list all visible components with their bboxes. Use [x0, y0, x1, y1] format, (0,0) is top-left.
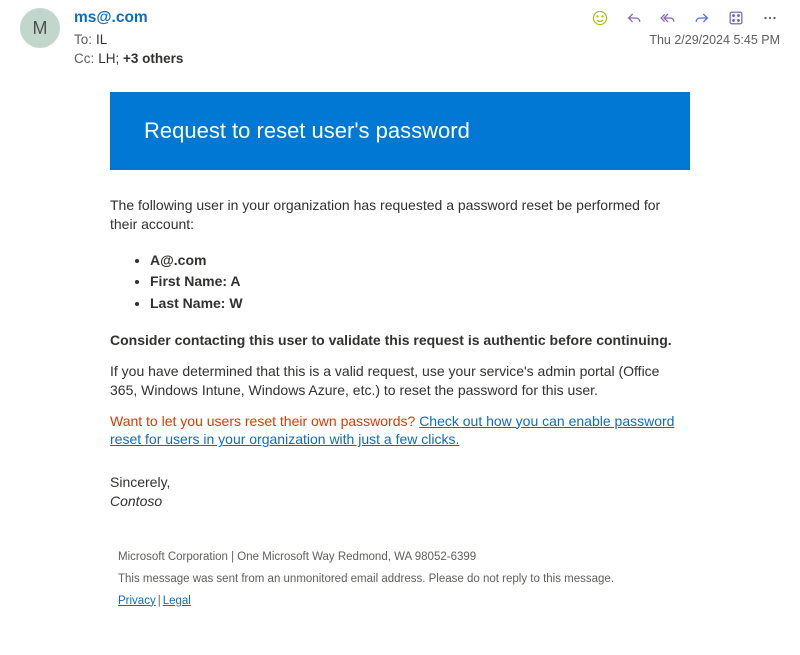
closing: Sincerely, Contoso [110, 473, 690, 511]
cc-others[interactable]: +3 others [123, 51, 183, 66]
footer-disclaimer: This message was sent from an unmonitore… [118, 569, 690, 591]
sender-address[interactable]: ms@.com [74, 9, 148, 27]
legal-link[interactable]: Legal [163, 595, 191, 607]
to-field: To:IL [74, 32, 107, 47]
more-icon[interactable] [760, 8, 780, 28]
signature: Contoso [110, 493, 162, 509]
user-first-name: First Name: A [150, 271, 690, 293]
timestamp: Thu 2/29/2024 5:45 PM [649, 33, 780, 47]
email-footer: Microsoft Corporation | One Microsoft Wa… [110, 533, 690, 613]
avatar: M [20, 8, 60, 48]
email-header: M ms@.com [0, 0, 800, 72]
user-details-list: A@.com First Name: A Last Name: W [150, 250, 690, 315]
forward-icon[interactable] [692, 8, 712, 28]
message-actions [590, 8, 780, 28]
reply-icon[interactable] [624, 8, 644, 28]
footer-address: Microsoft Corporation | One Microsoft Wa… [118, 547, 690, 569]
email-body: Request to reset user's password The fol… [110, 92, 690, 613]
user-last-name: Last Name: W [150, 293, 690, 315]
instruction-text: If you have determined that this is a va… [110, 362, 690, 400]
intro-text: The following user in your organization … [110, 196, 690, 234]
reply-all-icon[interactable] [658, 8, 678, 28]
cc-field: Cc:LH; +3 others [74, 51, 780, 66]
apps-icon[interactable] [726, 8, 746, 28]
user-email: A@.com [150, 250, 690, 272]
validate-text: Consider contacting this user to validat… [110, 331, 690, 350]
smiley-icon[interactable] [590, 8, 610, 28]
promo-text: Want to let you users reset their own pa… [110, 412, 690, 450]
email-title: Request to reset user's password [110, 92, 690, 170]
privacy-link[interactable]: Privacy [118, 595, 156, 607]
